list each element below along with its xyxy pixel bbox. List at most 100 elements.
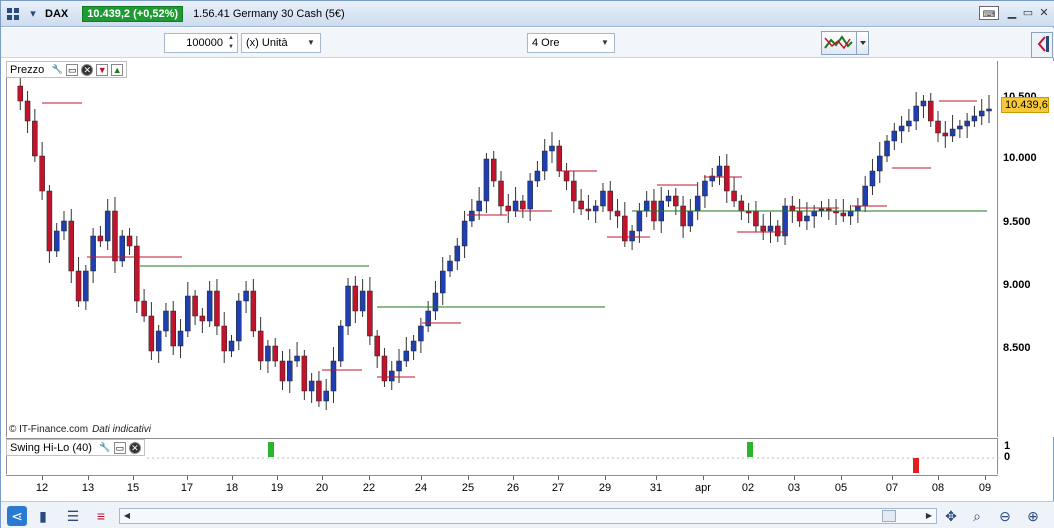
candle-bull [53,230,60,252]
minimize-icon[interactable]: ▁ [1005,6,1019,20]
chevron-down-icon[interactable]: ▼ [598,37,612,49]
x-tick-mark [421,476,422,480]
candle-bear [374,335,380,357]
x-tick-mark [748,476,749,480]
x-tick-mark [88,476,89,480]
candle-bear [520,200,526,210]
data-disclaimer: Dati indicativi [92,424,151,435]
candle-bull [396,360,402,372]
bottom-toolbar: ⋖ ▮ ☰ ≡ ◀ ▶ ✥ ⌕ ⊖ ⊕ [1,501,1054,528]
share-icon[interactable]: ⋖ [7,506,27,526]
pan-icon[interactable]: ✥ [941,506,961,526]
x-tick-label: 29 [598,482,612,494]
candle-bull [811,210,817,217]
candle-bull [265,345,271,362]
move-down-icon[interactable]: ▼ [96,63,109,76]
candle-bull [716,165,723,177]
x-tick-label: 20 [315,482,329,494]
candle-bear [17,85,24,102]
candle-bear [316,380,322,402]
candle-bull [177,330,184,347]
unit-select[interactable]: (x) Unità ▼ [241,33,321,53]
candle-bull [410,340,417,352]
candle-bear [505,205,512,212]
time-x-axis[interactable]: 12 13 15 17 18 19 20 22 24 25 26 27 29 31 apr 02 03 05 07 0… [6,475,998,499]
x-tick-label: 03 [787,482,801,494]
candle-bull [862,185,868,207]
chevron-down-icon[interactable]: ▾ [25,6,41,22]
wrench-icon[interactable]: 🔧 [51,63,64,76]
time-scrollbar[interactable]: ◀ ▶ [119,508,937,524]
candle-bear [141,300,147,317]
x-tick-mark [892,476,893,480]
candlestick-chart[interactable] [7,61,999,437]
stepper-arrows-icon[interactable]: ▲ ▼ [226,34,236,52]
price-panel[interactable] [6,61,998,437]
candle-bull [90,235,96,272]
x-tick-mark [513,476,514,480]
candle-bear [731,190,737,202]
close-icon[interactable]: ✕ [1037,6,1051,20]
zoom-in-icon[interactable]: ⊕ [1023,506,1043,526]
x-tick-label: 09 [978,482,992,494]
keyboard-icon[interactable]: ⌨ [979,6,999,20]
maximize-icon[interactable]: ▭ [1021,6,1035,20]
candle-bull [236,300,242,342]
candle-bull [884,140,890,157]
timeframe-value: 4 Ore [532,37,560,49]
last-price-badge: 10.439,6 [1001,97,1049,113]
candle-bull [512,200,519,212]
maximize-panel-icon[interactable]: ▭ [66,63,79,76]
candle-bull [949,128,956,137]
x-tick-mark [985,476,986,480]
candle-bull [308,380,315,392]
zoom-fit-icon[interactable]: ⌕ [967,506,987,526]
scroll-thumb[interactable] [882,510,896,522]
candle-bull [155,330,162,352]
x-tick-mark [277,476,278,480]
candle-bull [461,220,468,247]
side-panel-toggle[interactable] [1031,32,1053,58]
x-tick-mark [42,476,43,480]
candle-bear [148,315,155,352]
scroll-left-icon[interactable]: ◀ [121,510,133,522]
candle-bull [83,270,89,302]
app-menu-icon[interactable] [5,6,21,22]
indicators-button[interactable] [821,31,869,55]
candle-bull [439,270,446,294]
candles-icon[interactable]: ≡ [91,506,111,526]
x-tick-mark [558,476,559,480]
zoom-out-icon[interactable]: ⊖ [995,506,1015,526]
wrench-icon[interactable]: 🔧 [98,441,111,454]
unit-value: (x) Unità [246,37,288,49]
candle-bull [629,230,635,242]
instrument-name[interactable]: DAX [45,8,68,20]
candle-bull [61,220,67,232]
maximize-panel-icon[interactable]: ▭ [113,441,126,454]
list-icon[interactable]: ☰ [63,506,83,526]
x-tick-mark [841,476,842,480]
timeframe-select[interactable]: 4 Ore ▼ [527,33,615,53]
price-change-badge: 10.439,2 (+0,52%) [82,5,184,22]
scroll-right-icon[interactable]: ▶ [923,510,935,522]
candle-bear [935,120,941,134]
candle-bear [257,330,264,362]
chevron-down-icon[interactable]: ▼ [304,37,318,49]
candle-bull [469,210,475,222]
indicator-panel[interactable] [6,438,999,474]
x-tick-label: 17 [180,482,194,494]
x-tick-mark [468,476,469,480]
price-y-axis[interactable]: 10.500 10.000 9.500 9.000 8.500 [998,61,1054,437]
candle-bull [869,170,876,187]
candle-bull [323,390,329,402]
quantity-stepper[interactable]: 100000 ▲ ▼ [164,33,238,53]
candle-bull [694,195,701,212]
candle-bull [855,205,861,212]
x-tick-mark [322,476,323,480]
close-panel-icon[interactable]: ✕ [81,63,94,76]
chart-style-icon[interactable]: ▮ [33,506,53,526]
candle-bear [724,165,730,192]
candle-bull [403,350,410,362]
move-up-icon[interactable]: ▲ [111,63,124,76]
close-panel-icon[interactable]: ✕ [128,441,141,454]
